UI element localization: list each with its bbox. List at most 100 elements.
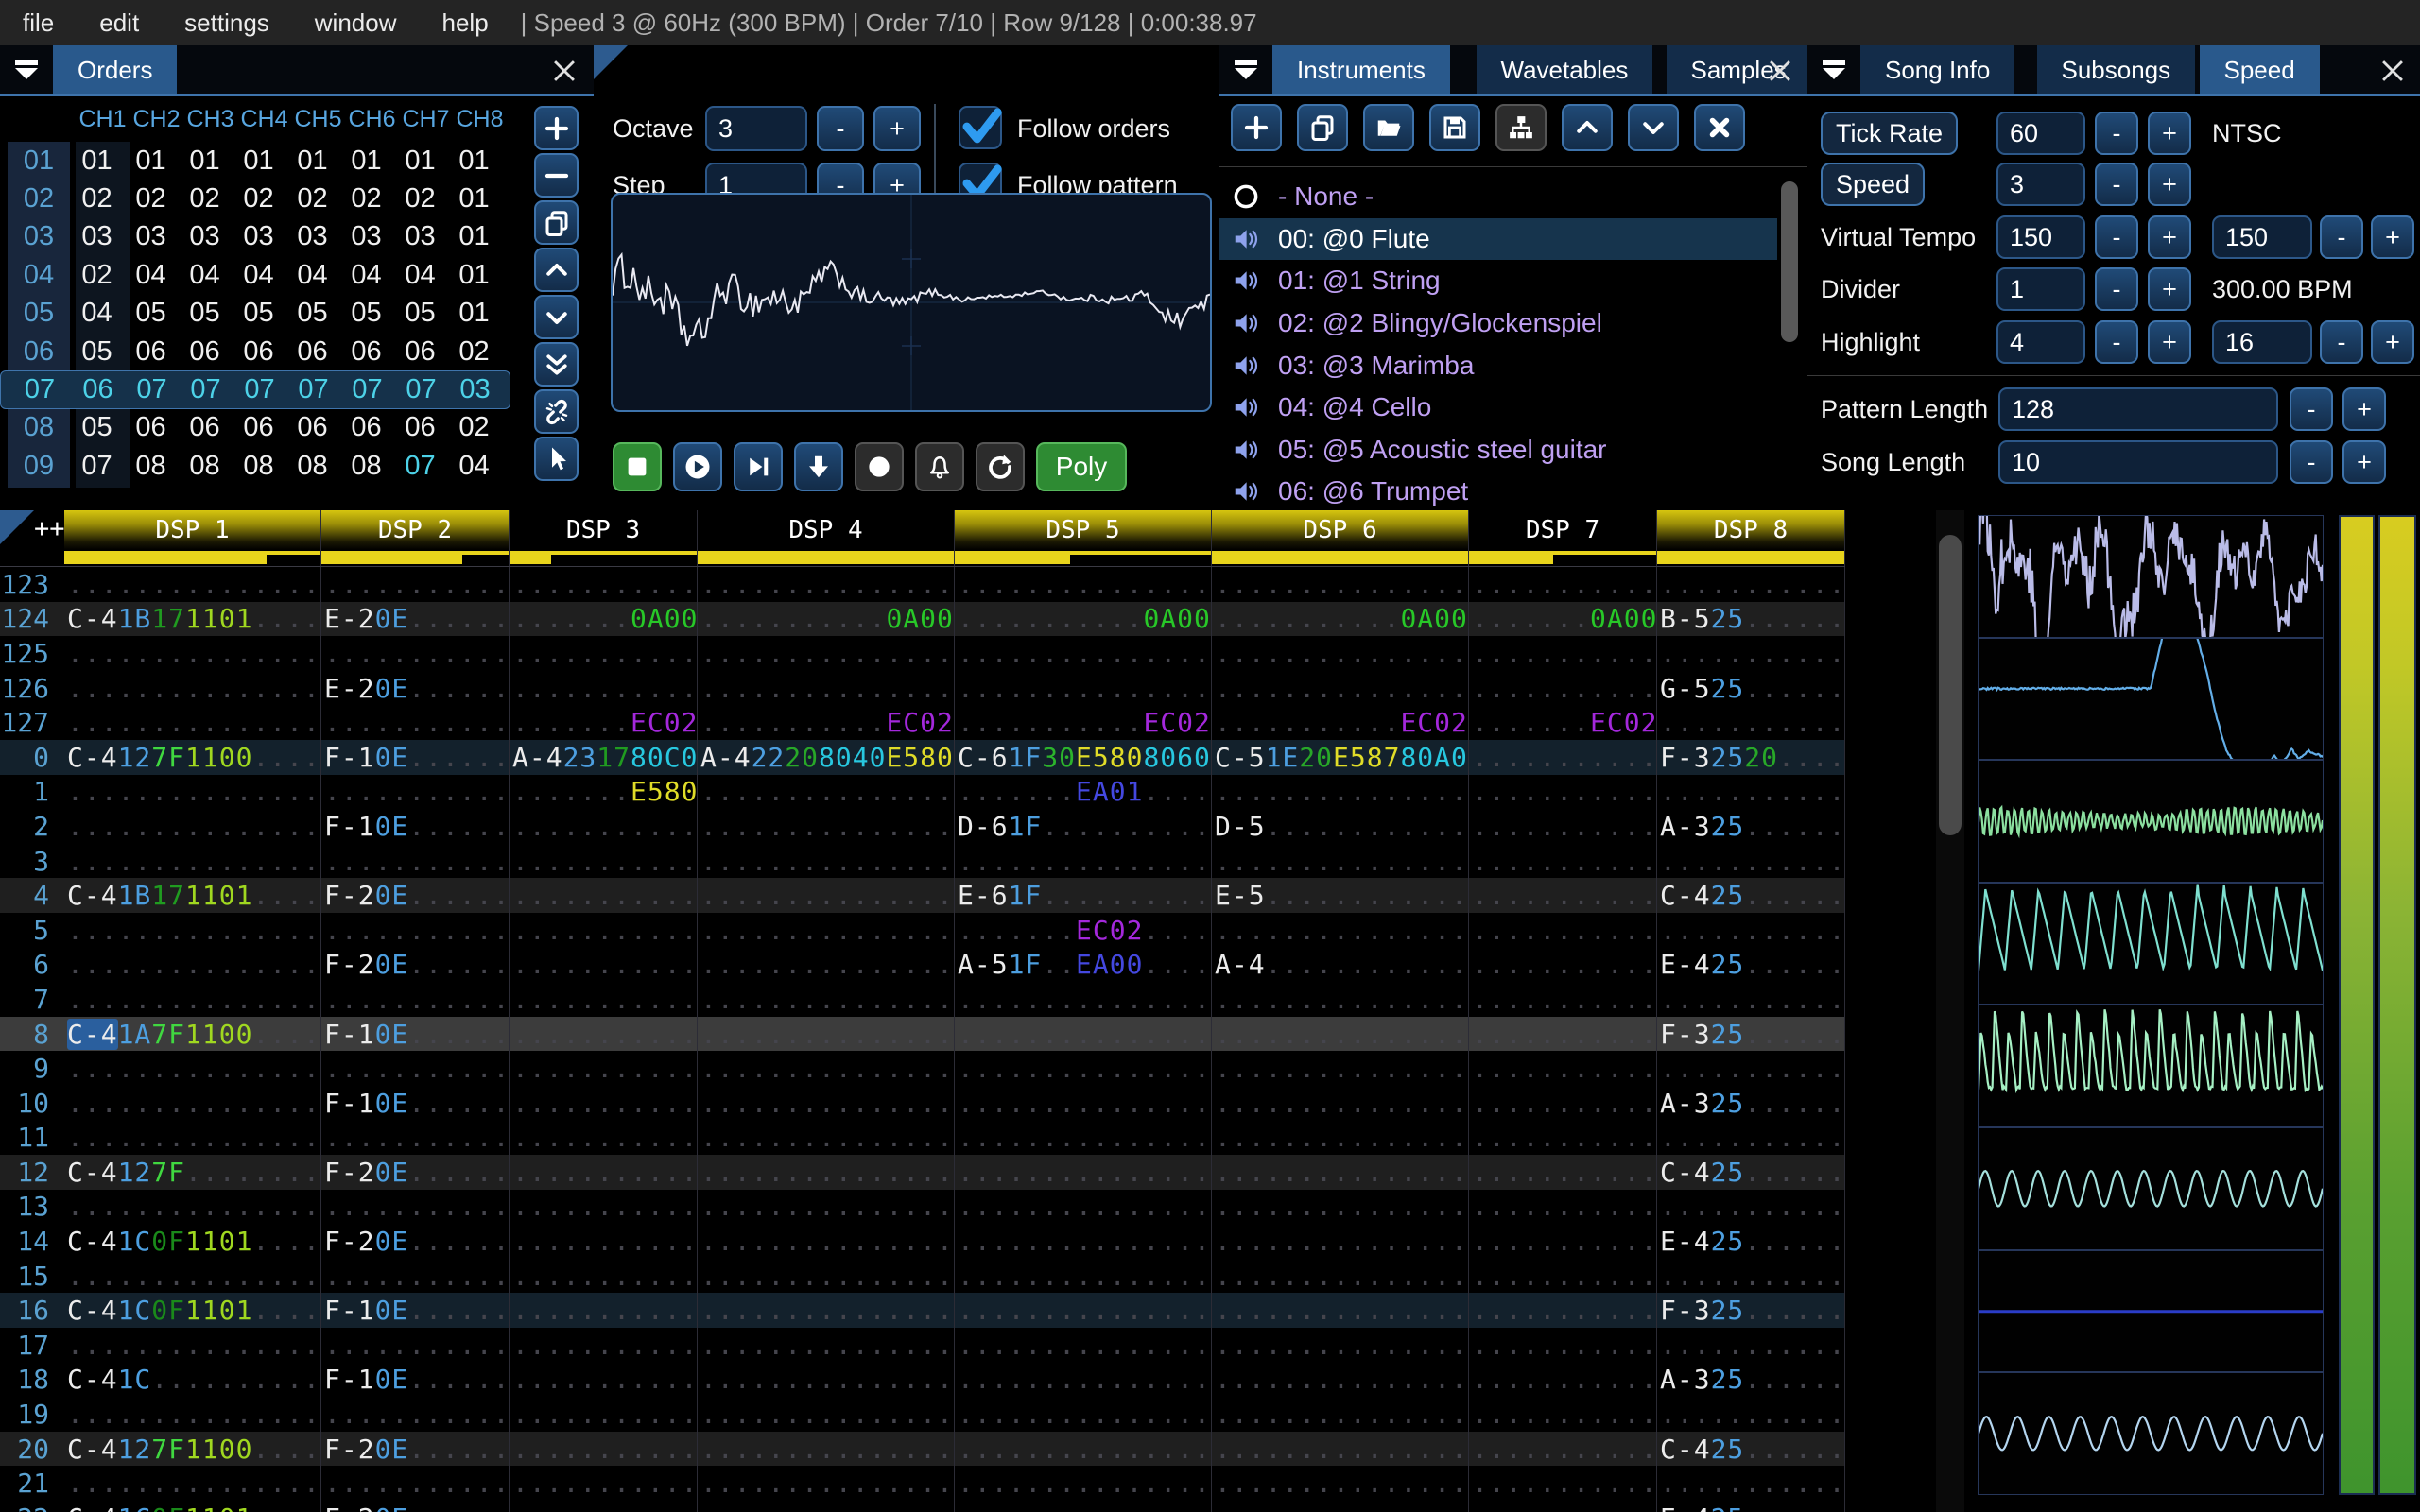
pattern-cell[interactable]: ............... — [64, 1397, 321, 1432]
channel-header-dsp-3[interactable]: DSP 3 — [510, 510, 698, 566]
pattern-cell[interactable]: ........... — [1469, 1016, 1657, 1052]
pattern-cell[interactable]: ............... — [1212, 1466, 1469, 1502]
orders-cell[interactable]: 03 — [178, 221, 232, 252]
pattern-cell[interactable]: C-4 25...... — [1657, 878, 1845, 913]
pattern-cell[interactable]: ........... — [1469, 809, 1657, 844]
pattern-cell[interactable]: ........... — [321, 1120, 510, 1156]
pattern-cell[interactable]: E-425...... — [1657, 947, 1845, 983]
pattern-cell[interactable]: ........... — [510, 1189, 698, 1225]
collapse-icon[interactable] — [1225, 51, 1267, 89]
orders-cell[interactable]: 04 — [232, 260, 285, 291]
orders-cell[interactable]: 01 — [285, 146, 339, 177]
pattern-cell[interactable]: ............... — [698, 912, 955, 948]
pattern-cell[interactable]: F-20E...... — [321, 1501, 510, 1512]
pattern-row-2[interactable]: 2............... F-1 0E...................… — [0, 809, 1845, 844]
pattern-cell[interactable]: ............... — [1212, 1328, 1469, 1363]
pattern-cell[interactable]: ........... — [1469, 1501, 1657, 1512]
pattern-cell[interactable]: ........... — [510, 1431, 698, 1467]
pattern-cell[interactable]: ........... — [510, 843, 698, 879]
pattern-cell[interactable]: ........... — [510, 1155, 698, 1190]
pattern-cell[interactable]: C-4 1C.......... — [64, 1362, 321, 1398]
orders-cell[interactable]: 06 — [232, 412, 285, 443]
pattern-cell[interactable]: ........... — [510, 1258, 698, 1294]
pattern-cell[interactable]: ........... — [510, 1293, 698, 1329]
orders-row-06[interactable]: 06 05 06 06 06 06 06 06 02 — [0, 333, 510, 370]
pattern-cell[interactable]: ....... EC02 — [510, 705, 698, 740]
pattern-cell[interactable]: ............... — [1212, 1120, 1469, 1156]
divider-increment-button[interactable]: + — [2148, 267, 2191, 311]
pattern-cell[interactable]: ....... EC02.... — [955, 912, 1212, 948]
pattern-cell[interactable]: G-5 25...... — [1657, 670, 1845, 706]
pattern-cell[interactable]: A-3 25...... — [1657, 1085, 1845, 1121]
pattern-cell[interactable]: ............... — [1212, 774, 1469, 810]
pattern-cell[interactable]: ....... EC02 — [1469, 705, 1657, 740]
octave-decrement-button[interactable]: - — [817, 106, 864, 151]
pattern-length-input[interactable]: 128 — [1998, 387, 2278, 431]
pattern-cell[interactable]: ............... — [698, 1501, 955, 1512]
pattern-cell[interactable]: ............... — [1212, 982, 1469, 1017]
pattern-cell[interactable]: ............... — [955, 1328, 1212, 1363]
orders-cell[interactable]: 05 — [393, 298, 447, 329]
pattern-cell[interactable]: E-5............ — [1212, 878, 1469, 913]
orders-cell[interactable]: 06 — [339, 336, 393, 368]
song-length-increment-button[interactable]: + — [2342, 440, 2386, 484]
pattern-cell[interactable]: ............... — [64, 1328, 321, 1363]
pattern-cell[interactable]: ........... — [510, 1362, 698, 1398]
orders-cell[interactable]: 04 — [70, 298, 124, 329]
pattern-cell[interactable]: E-2 0E...... — [321, 670, 510, 706]
pattern-cell[interactable]: ........... — [321, 982, 510, 1017]
pattern-cell[interactable]: ............... — [955, 1258, 1212, 1294]
tab-speed[interactable]: Speed — [2199, 45, 2320, 94]
tick-rate-input[interactable]: 60 — [1996, 112, 2085, 155]
pattern-cell[interactable]: ........... — [510, 636, 698, 671]
pattern-cell[interactable]: ........... — [1657, 1466, 1845, 1502]
orders-row-05[interactable]: 05 04 05 05 05 05 05 05 01 — [0, 295, 510, 333]
pattern-cell[interactable]: ........... — [1657, 1258, 1845, 1294]
pattern-cell[interactable]: ............... — [64, 1051, 321, 1086]
pattern-cell[interactable]: ........... — [321, 1466, 510, 1502]
pattern-row-8[interactable]: 8 C-4 1A 7F 1100.... F-1 0E...................… — [0, 1016, 1845, 1052]
pattern-cell[interactable]: ........... 0A00 — [698, 601, 955, 637]
instrument-delete-button[interactable] — [1694, 104, 1745, 151]
pattern-cell[interactable]: ............... — [955, 670, 1212, 706]
pattern-cell[interactable]: B-5 25...... — [1657, 601, 1845, 637]
orders-cell[interactable]: 01 — [124, 146, 178, 177]
speed-decrement-button[interactable]: - — [2095, 163, 2138, 206]
orders-row-08[interactable]: 08 05 06 06 06 06 06 06 02 — [0, 409, 510, 447]
pattern-row-15[interactable]: 15......................................… — [0, 1258, 1845, 1294]
pattern-cell[interactable]: ............... — [1212, 567, 1469, 602]
pattern-cell[interactable]: F-20E...... — [321, 947, 510, 983]
pattern-cell[interactable]: C-41C0F1101.... — [64, 1224, 321, 1259]
orders-cell[interactable]: 02 — [124, 183, 178, 215]
orders-move-up-button[interactable] — [534, 248, 579, 292]
pattern-row-1[interactable]: 1................................. E580..… — [0, 774, 1845, 810]
orders-cell[interactable]: 08 — [232, 451, 285, 482]
pattern-cell[interactable]: ............... — [955, 1224, 1212, 1259]
orders-cell[interactable]: 01 — [447, 146, 501, 177]
pattern-cell[interactable]: F-20E...... — [321, 1224, 510, 1259]
pattern-cell[interactable]: ............... — [64, 567, 321, 602]
pattern-cell[interactable]: ............... — [698, 878, 955, 913]
pattern-cell[interactable]: ........... — [321, 1397, 510, 1432]
pattern-cell[interactable]: C-4 1B 17 1101.... — [64, 878, 321, 913]
virtual-tempo-decrement-button[interactable]: - — [2095, 215, 2138, 259]
orders-cell[interactable]: 01 — [393, 146, 447, 177]
pattern-cell[interactable]: ........... — [510, 982, 698, 1017]
pattern-cell[interactable]: F-1 0E...... — [321, 1362, 510, 1398]
pattern-cell[interactable]: F-1 0E...... — [321, 739, 510, 775]
orders-unlink-button[interactable] — [534, 389, 579, 434]
orders-cell[interactable]: 05 — [232, 298, 285, 329]
orders-cell[interactable]: 02 — [178, 183, 232, 215]
pattern-cell[interactable]: ........... EC02 — [1212, 705, 1469, 740]
pattern-cell[interactable]: ............... — [955, 1051, 1212, 1086]
orders-cell[interactable]: 03 — [124, 221, 178, 252]
virtual-tempo-increment-button-2[interactable]: + — [2371, 215, 2414, 259]
tick-rate-label[interactable]: Tick Rate — [1821, 112, 1959, 155]
pattern-row-14[interactable]: 14 C-4 1C 0F 1101.... F-2 0E..................… — [0, 1224, 1845, 1259]
pattern-cell[interactable]: ........... — [510, 1328, 698, 1363]
menu-item-help[interactable]: help — [420, 9, 511, 37]
pattern-cell[interactable]: ........... — [510, 1397, 698, 1432]
pattern-cell[interactable]: ............... — [1212, 636, 1469, 671]
pattern-cell[interactable]: C-4 1A 7F 1100.... — [64, 1016, 321, 1052]
pattern-row-7[interactable]: 7.......................................… — [0, 982, 1845, 1017]
